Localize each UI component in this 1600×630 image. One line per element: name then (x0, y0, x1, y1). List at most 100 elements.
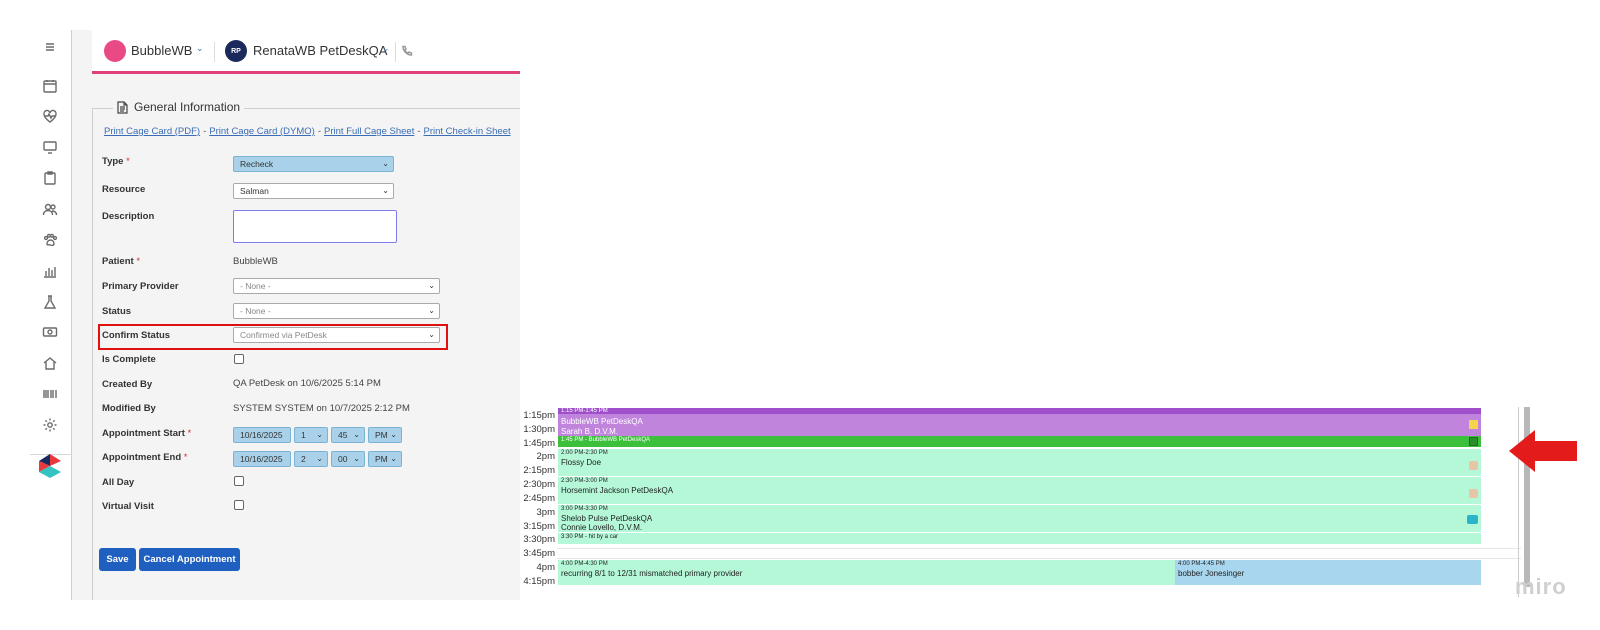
appointment-time: 1:45 PM - BubbleWB PetDeskQA (561, 437, 651, 443)
appointment-block[interactable]: 3:00 PM-3:30 PM Shelob Pulse PetDeskQA C… (558, 505, 1481, 532)
all-day-checkbox[interactable] (234, 476, 244, 486)
save-button[interactable]: Save (99, 548, 136, 571)
appointment-block[interactable]: 2:00 PM-2:30 PM Flossy Doe (558, 449, 1481, 476)
primary-provider-select[interactable]: - None - ⌄ (233, 278, 440, 294)
chevron-down-icon: ⌄ (382, 186, 389, 195)
chevron-down-icon: ⌄ (390, 454, 397, 463)
patient-value: BubbleWB (233, 256, 278, 267)
appointment-block[interactable]: 1:45 PM - BubbleWB PetDeskQA (558, 436, 1481, 447)
video-icon (1467, 515, 1478, 524)
appointment-time: 2:30 PM-3:00 PM (561, 478, 608, 484)
flask-icon[interactable] (39, 291, 61, 313)
appointment-provider: Sarah B. D.V.M. (561, 427, 619, 436)
virtual-visit-label: Virtual Visit (102, 501, 154, 512)
appointment-patient: recurring 8/1 to 12/31 mismatched primar… (561, 569, 743, 578)
grid-line (557, 548, 1521, 549)
appointment-end-ampm-select[interactable]: PM ⌄ (368, 451, 402, 467)
appointment-panel: BubbleWB ⌄ RP RenataWB PetDeskQA ⌄ Gener… (72, 30, 520, 600)
hand-icon (1469, 461, 1478, 470)
type-select[interactable]: Recheck ⌄ (233, 156, 394, 172)
time-label: 4:15pm (523, 576, 555, 587)
appointment-block[interactable]: 2:30 PM-3:00 PM Horsemint Jackson PetDes… (558, 477, 1481, 504)
calendar-icon[interactable] (39, 75, 61, 97)
hand-icon (1469, 489, 1478, 498)
appointment-end-hour-select[interactable]: 2 ⌄ (294, 451, 328, 467)
time-label: 2:15pm (523, 465, 555, 476)
clipboard-icon[interactable] (39, 167, 61, 189)
phone-icon[interactable] (401, 44, 415, 58)
header-divider (395, 42, 396, 62)
chevron-down-icon: ⌄ (316, 454, 323, 463)
appointment-time: 4:00 PM-4:30 PM (561, 561, 608, 567)
time-label: 1:15pm (523, 410, 555, 421)
all-day-label: All Day (102, 477, 135, 488)
appointment-start-hour-select[interactable]: 1 ⌄ (294, 427, 328, 443)
chevron-down-icon[interactable]: ⌄ (196, 43, 204, 54)
people-icon[interactable] (39, 198, 61, 220)
created-by-value: QA PetDesk on 10/6/2025 5:14 PM (233, 378, 381, 389)
pet-name[interactable]: BubbleWB (131, 43, 192, 58)
print-cage-card-pdf-link[interactable]: Print Cage Card (PDF) (104, 126, 200, 137)
chevron-down-icon: ⌄ (353, 430, 360, 439)
time-label: 2pm (536, 451, 555, 462)
time-label: 3:30pm (523, 534, 555, 545)
monitor-icon[interactable] (39, 136, 61, 158)
menu-icon[interactable] (39, 36, 61, 58)
print-full-cage-sheet-link[interactable]: Print Full Cage Sheet (324, 126, 414, 137)
appointment-patient: Shelob Pulse PetDeskQA (561, 514, 653, 523)
type-label: Type * (102, 156, 130, 167)
appointment-patient: BubbleWB PetDeskQA (561, 417, 643, 426)
appointment-block[interactable]: 1:15 PM-1:45 PM BubbleWB PetDeskQA Sarah… (558, 408, 1481, 436)
is-complete-checkbox[interactable] (234, 354, 244, 364)
client-name[interactable]: RenataWB PetDeskQA (253, 43, 387, 58)
chevron-down-icon: ⌄ (353, 454, 360, 463)
section-title-text: General Information (134, 100, 241, 114)
description-label: Description (102, 211, 155, 222)
link-separator: - (417, 126, 421, 137)
resource-select[interactable]: Salman ⌄ (233, 183, 394, 199)
home-icon[interactable] (39, 352, 61, 374)
general-info-fieldset (92, 108, 520, 600)
link-separator: - (317, 126, 322, 137)
miro-watermark: miro (1515, 574, 1567, 599)
client-header: BubbleWB ⌄ RP RenataWB PetDeskQA ⌄ (92, 30, 520, 74)
gear-icon[interactable] (39, 414, 61, 436)
modified-by-label: Modified By (102, 403, 156, 414)
appointment-block[interactable]: 3:30 PM - hit by a car (558, 533, 1481, 544)
appointment-provider: Connie Lovello, D.V.M. (561, 523, 643, 532)
red-arrow-annotation (1509, 430, 1577, 472)
appointment-time: 3:30 PM - hit by a car (561, 534, 619, 540)
print-cage-card-dymo-link[interactable]: Print Cage Card (DYMO) (209, 126, 315, 137)
cancel-appointment-button[interactable]: Cancel Appointment (139, 548, 240, 571)
appointment-start-minute-select[interactable]: 45 ⌄ (331, 427, 365, 443)
pet-avatar (104, 40, 126, 62)
primary-provider-label: Primary Provider (102, 281, 179, 292)
virtual-visit-checkbox[interactable] (234, 500, 244, 510)
chevron-down-icon[interactable]: ⌄ (382, 43, 390, 54)
status-select[interactable]: - None - ⌄ (233, 303, 440, 319)
icon-rail (30, 30, 72, 600)
appointment-start-ampm-select[interactable]: PM ⌄ (368, 427, 402, 443)
paw-icon[interactable] (39, 229, 61, 251)
appointment-time: 3:00 PM-3:30 PM (561, 506, 608, 512)
appointment-start-date-input[interactable]: 10/16/2025 (233, 427, 291, 443)
is-complete-label: Is Complete (102, 354, 156, 365)
chevron-down-icon: ⌄ (316, 430, 323, 439)
header-divider (214, 42, 215, 62)
chevron-down-icon: ⌄ (428, 281, 435, 290)
appointment-patient: bobber Jonesinger (1178, 569, 1245, 578)
appointment-block[interactable]: 4:00 PM-4:45 PM bobber Jonesinger (1175, 560, 1481, 585)
appointment-end-minute-select[interactable]: 00 ⌄ (331, 451, 365, 467)
appointment-block[interactable]: 4:00 PM-4:30 PM recurring 8/1 to 12/31 m… (558, 560, 1175, 585)
barcode-icon[interactable] (39, 383, 61, 405)
calendar-day-view: 1:15pm 1:30pm 1:45pm 2pm 2:15pm 2:30pm 2… (521, 407, 1561, 600)
appointment-end-date-input[interactable]: 10/16/2025 (233, 451, 291, 467)
heart-pulse-icon[interactable] (39, 105, 61, 127)
appointment-time: 1:15 PM-1:45 PM (561, 408, 608, 414)
print-check-in-sheet-link[interactable]: Print Check-in Sheet (424, 126, 511, 137)
description-textarea[interactable] (233, 210, 397, 243)
appointment-patient: Flossy Doe (561, 458, 602, 467)
bar-chart-icon[interactable] (39, 260, 61, 282)
patient-label: Patient * (102, 256, 141, 267)
money-icon[interactable] (39, 321, 61, 343)
